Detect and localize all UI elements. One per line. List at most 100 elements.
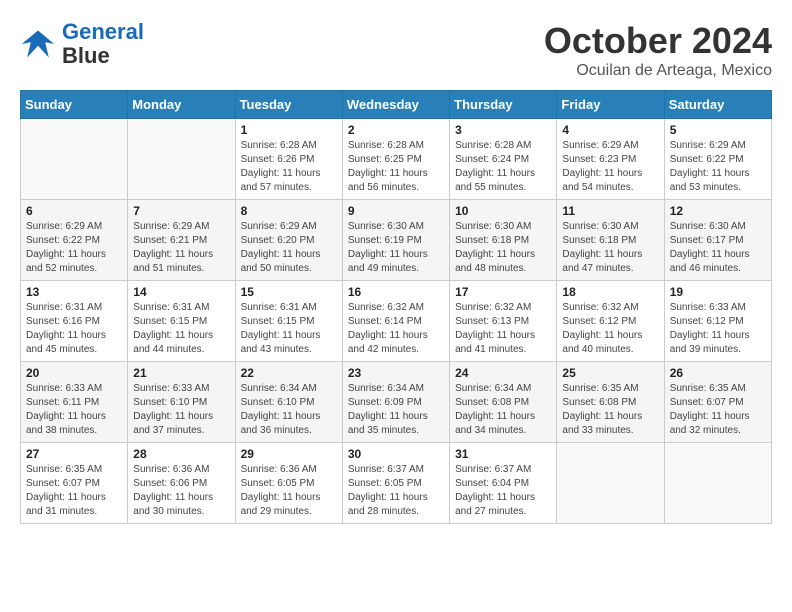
day-number: 29 xyxy=(241,447,337,461)
title-block: October 2024 Ocuilan de Arteaga, Mexico xyxy=(544,20,772,80)
day-number: 31 xyxy=(455,447,551,461)
day-info: Sunrise: 6:31 AMSunset: 6:16 PMDaylight:… xyxy=(26,301,122,357)
day-number: 5 xyxy=(670,123,766,137)
header-row: Sunday Monday Tuesday Wednesday Thursday… xyxy=(21,91,772,119)
day-info: Sunrise: 6:35 AMSunset: 6:08 PMDaylight:… xyxy=(562,382,658,438)
day-cell: 23Sunrise: 6:34 AMSunset: 6:09 PMDayligh… xyxy=(342,362,449,443)
day-cell: 20Sunrise: 6:33 AMSunset: 6:11 PMDayligh… xyxy=(21,362,128,443)
day-cell: 18Sunrise: 6:32 AMSunset: 6:12 PMDayligh… xyxy=(557,281,664,362)
day-info: Sunrise: 6:31 AMSunset: 6:15 PMDaylight:… xyxy=(133,301,229,357)
day-cell: 8 Sunrise: 6:29 AMSunset: 6:20 PMDaylight… xyxy=(235,200,342,281)
day-number: 16 xyxy=(348,285,444,299)
day-info: Sunrise: 6:36 AMSunset: 6:05 PMDaylight:… xyxy=(241,463,337,519)
day-cell: 11Sunrise: 6:30 AMSunset: 6:18 PMDayligh… xyxy=(557,200,664,281)
day-number: 10 xyxy=(455,204,551,218)
day-number: 30 xyxy=(348,447,444,461)
day-cell: 26Sunrise: 6:35 AMSunset: 6:07 PMDayligh… xyxy=(664,362,771,443)
day-info: Sunrise: 6:30 AMSunset: 6:17 PMDaylight:… xyxy=(670,220,766,276)
day-info: Sunrise: 6:35 AMSunset: 6:07 PMDaylight:… xyxy=(26,463,122,519)
week-row-5: 27 Sunrise: 6:35 AMSunset: 6:07 PMDayligh… xyxy=(21,443,772,524)
day-info: Sunrise: 6:33 AMSunset: 6:12 PMDaylight:… xyxy=(670,301,766,357)
day-cell: 15Sunrise: 6:31 AMSunset: 6:15 PMDayligh… xyxy=(235,281,342,362)
col-saturday: Saturday xyxy=(664,91,771,119)
day-info: Sunrise: 6:33 AMSunset: 6:10 PMDaylight:… xyxy=(133,382,229,438)
day-cell: 3 Sunrise: 6:28 AMSunset: 6:24 PMDaylight… xyxy=(450,119,557,200)
day-cell: 19Sunrise: 6:33 AMSunset: 6:12 PMDayligh… xyxy=(664,281,771,362)
day-number: 4 xyxy=(562,123,658,137)
day-number: 21 xyxy=(133,366,229,380)
day-number: 26 xyxy=(670,366,766,380)
day-info: Sunrise: 6:37 AMSunset: 6:05 PMDaylight:… xyxy=(348,463,444,519)
calendar-body: 1 Sunrise: 6:28 AMSunset: 6:26 PMDaylight… xyxy=(21,119,772,524)
col-sunday: Sunday xyxy=(21,91,128,119)
day-info: Sunrise: 6:30 AMSunset: 6:18 PMDaylight:… xyxy=(455,220,551,276)
day-cell: 16 Sunrise: 6:32 AMSunset: 6:14 PMDayligh… xyxy=(342,281,449,362)
day-number: 14 xyxy=(133,285,229,299)
day-info: Sunrise: 6:29 AMSunset: 6:22 PMDaylight:… xyxy=(670,139,766,195)
day-number: 20 xyxy=(26,366,122,380)
day-info: Sunrise: 6:30 AMSunset: 6:18 PMDaylight:… xyxy=(562,220,658,276)
day-cell: 2 Sunrise: 6:28 AMSunset: 6:25 PMDaylight… xyxy=(342,119,449,200)
day-info: Sunrise: 6:34 AMSunset: 6:10 PMDaylight:… xyxy=(241,382,337,438)
day-number: 9 xyxy=(348,204,444,218)
day-number: 3 xyxy=(455,123,551,137)
day-cell: 27 Sunrise: 6:35 AMSunset: 6:07 PMDayligh… xyxy=(21,443,128,524)
day-cell: 1 Sunrise: 6:28 AMSunset: 6:26 PMDaylight… xyxy=(235,119,342,200)
col-wednesday: Wednesday xyxy=(342,91,449,119)
day-cell xyxy=(128,119,235,200)
week-row-3: 13 Sunrise: 6:31 AMSunset: 6:16 PMDayligh… xyxy=(21,281,772,362)
day-cell xyxy=(21,119,128,200)
day-info: Sunrise: 6:28 AMSunset: 6:25 PMDaylight:… xyxy=(348,139,444,195)
day-info: Sunrise: 6:28 AMSunset: 6:24 PMDaylight:… xyxy=(455,139,551,195)
day-number: 13 xyxy=(26,285,122,299)
logo: General Blue xyxy=(20,20,144,68)
day-info: Sunrise: 6:29 AMSunset: 6:20 PMDaylight:… xyxy=(241,220,337,276)
day-number: 1 xyxy=(241,123,337,137)
col-monday: Monday xyxy=(128,91,235,119)
day-number: 18 xyxy=(562,285,658,299)
day-cell: 13 Sunrise: 6:31 AMSunset: 6:16 PMDayligh… xyxy=(21,281,128,362)
day-cell: 30 Sunrise: 6:37 AMSunset: 6:05 PMDayligh… xyxy=(342,443,449,524)
day-info: Sunrise: 6:36 AMSunset: 6:06 PMDaylight:… xyxy=(133,463,229,519)
day-number: 8 xyxy=(241,204,337,218)
day-cell: 9 Sunrise: 6:30 AMSunset: 6:19 PMDaylight… xyxy=(342,200,449,281)
day-info: Sunrise: 6:34 AMSunset: 6:08 PMDaylight:… xyxy=(455,382,551,438)
day-cell: 28 Sunrise: 6:36 AMSunset: 6:06 PMDayligh… xyxy=(128,443,235,524)
day-number: 27 xyxy=(26,447,122,461)
day-info: Sunrise: 6:29 AMSunset: 6:22 PMDaylight:… xyxy=(26,220,122,276)
day-info: Sunrise: 6:29 AMSunset: 6:21 PMDaylight:… xyxy=(133,220,229,276)
day-number: 2 xyxy=(348,123,444,137)
day-cell: 31 Sunrise: 6:37 AMSunset: 6:04 PMDayligh… xyxy=(450,443,557,524)
day-info: Sunrise: 6:28 AMSunset: 6:26 PMDaylight:… xyxy=(241,139,337,195)
week-row-4: 20Sunrise: 6:33 AMSunset: 6:11 PMDayligh… xyxy=(21,362,772,443)
day-cell: 5 Sunrise: 6:29 AMSunset: 6:22 PMDaylight… xyxy=(664,119,771,200)
day-cell: 22 Sunrise: 6:34 AMSunset: 6:10 PMDayligh… xyxy=(235,362,342,443)
logo-line2: Blue xyxy=(62,44,144,68)
col-tuesday: Tuesday xyxy=(235,91,342,119)
week-row-2: 6Sunrise: 6:29 AMSunset: 6:22 PMDaylight… xyxy=(21,200,772,281)
day-cell: 21 Sunrise: 6:33 AMSunset: 6:10 PMDayligh… xyxy=(128,362,235,443)
col-thursday: Thursday xyxy=(450,91,557,119)
day-cell xyxy=(557,443,664,524)
day-number: 12 xyxy=(670,204,766,218)
day-info: Sunrise: 6:37 AMSunset: 6:04 PMDaylight:… xyxy=(455,463,551,519)
day-cell: 12 Sunrise: 6:30 AMSunset: 6:17 PMDayligh… xyxy=(664,200,771,281)
col-friday: Friday xyxy=(557,91,664,119)
calendar-header: Sunday Monday Tuesday Wednesday Thursday… xyxy=(21,91,772,119)
day-cell: 4 Sunrise: 6:29 AMSunset: 6:23 PMDaylight… xyxy=(557,119,664,200)
day-cell: 29 Sunrise: 6:36 AMSunset: 6:05 PMDayligh… xyxy=(235,443,342,524)
day-number: 7 xyxy=(133,204,229,218)
day-info: Sunrise: 6:32 AMSunset: 6:14 PMDaylight:… xyxy=(348,301,444,357)
day-cell: 10 Sunrise: 6:30 AMSunset: 6:18 PMDayligh… xyxy=(450,200,557,281)
day-number: 22 xyxy=(241,366,337,380)
day-cell: 25Sunrise: 6:35 AMSunset: 6:08 PMDayligh… xyxy=(557,362,664,443)
logo-text: General Blue xyxy=(62,20,144,68)
day-info: Sunrise: 6:30 AMSunset: 6:19 PMDaylight:… xyxy=(348,220,444,276)
day-number: 28 xyxy=(133,447,229,461)
day-number: 15 xyxy=(241,285,337,299)
day-number: 23 xyxy=(348,366,444,380)
day-number: 24 xyxy=(455,366,551,380)
day-info: Sunrise: 6:29 AMSunset: 6:23 PMDaylight:… xyxy=(562,139,658,195)
day-cell: 7 Sunrise: 6:29 AMSunset: 6:21 PMDaylight… xyxy=(128,200,235,281)
logo-bird-icon xyxy=(20,26,56,62)
